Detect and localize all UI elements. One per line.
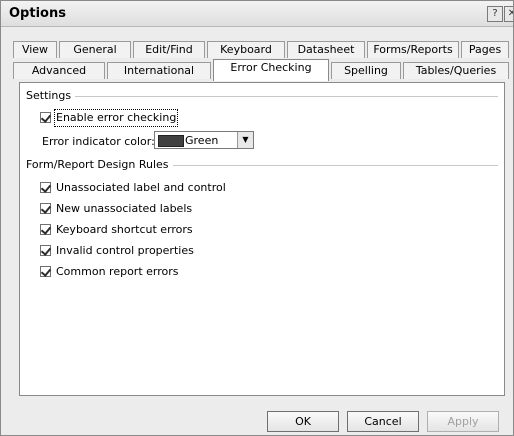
unassociated-label-and-control-check[interactable]	[40, 182, 51, 193]
tab-pages[interactable]: Pages	[461, 41, 509, 58]
tab-keyboard[interactable]: Keyboard	[207, 41, 285, 58]
chevron-down-icon[interactable]: ▼	[237, 132, 253, 148]
settings-divider	[26, 96, 498, 97]
tab-error-checking[interactable]: Error Checking	[213, 59, 329, 81]
tab-international[interactable]: International	[107, 62, 211, 79]
new-unassociated-labels-check[interactable]	[40, 203, 51, 214]
settings-section-title: Settings	[26, 89, 76, 102]
ok-button[interactable]: OK	[267, 411, 339, 432]
enable-error-checking-check[interactable]	[40, 112, 51, 123]
unassociated-label-and-control-label: Unassociated label and control	[56, 181, 226, 194]
help-icon[interactable]: ?	[487, 6, 503, 22]
title-bar[interactable]: Options ? ✕	[1, 1, 513, 27]
common-report-errors-label: Common report errors	[56, 265, 179, 278]
common-report-errors-check[interactable]	[40, 266, 51, 277]
close-icon[interactable]: ✕	[504, 6, 513, 22]
tab-advanced[interactable]: Advanced	[13, 62, 105, 79]
tab-edit-find[interactable]: Edit/Find	[133, 41, 205, 58]
invalid-control-properties-label: Invalid control properties	[56, 244, 194, 257]
error-indicator-color-select[interactable]: Green ▼	[154, 131, 254, 149]
keyboard-shortcut-errors-label: Keyboard shortcut errors	[56, 223, 193, 236]
apply-button[interactable]: Apply	[427, 411, 499, 432]
error-indicator-color-label: Error indicator color:	[42, 135, 155, 148]
enable-error-checking-label: Enable error checking	[53, 109, 179, 127]
invalid-control-properties-check[interactable]	[40, 245, 51, 256]
color-swatch	[158, 135, 184, 147]
tab-general[interactable]: General	[59, 41, 131, 58]
tab-spelling[interactable]: Spelling	[331, 62, 401, 79]
dialog-title: Options	[9, 6, 66, 21]
design-rules-section-title: Form/Report Design Rules	[26, 158, 173, 171]
cancel-button[interactable]: Cancel	[347, 411, 419, 432]
tab-forms-reports[interactable]: Forms/Reports	[367, 41, 459, 58]
error-checking-panel: Settings Enable error checking Error ind…	[19, 82, 505, 396]
new-unassociated-labels-label: New unassociated labels	[56, 202, 193, 215]
keyboard-shortcut-errors-check[interactable]	[40, 224, 51, 235]
tab-view[interactable]: View	[13, 41, 57, 58]
error-indicator-color-value: Green	[185, 134, 219, 147]
options-dialog: Options ? ✕ View General Edit/Find Keybo…	[0, 0, 514, 436]
tab-tables-queries[interactable]: Tables/Queries	[403, 62, 509, 79]
tab-datasheet[interactable]: Datasheet	[287, 41, 365, 58]
